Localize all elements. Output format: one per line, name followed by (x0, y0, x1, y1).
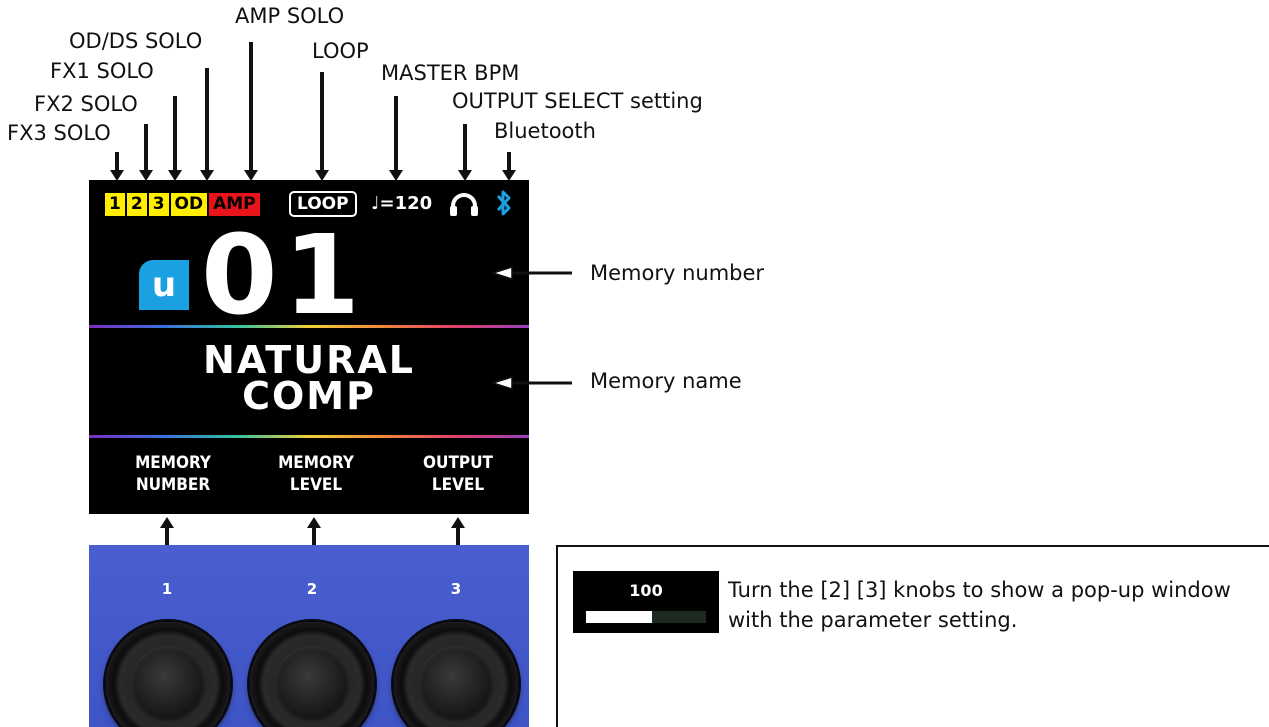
pointer-amp (249, 42, 253, 172)
fx2-solo-badge: 2 (126, 192, 147, 216)
pointer-odds (205, 68, 209, 172)
popup-level-bar (586, 611, 706, 623)
label-fx2-solo: FX2 SOLO (34, 92, 138, 116)
arrow-memory-name (492, 376, 572, 390)
parameter-popup: 100 (573, 571, 719, 633)
label-amp-solo: AMP SOLO (235, 4, 345, 28)
knob1-number: 1 (161, 580, 173, 598)
label-odds-solo: OD/DS SOLO (69, 29, 203, 53)
label-loop: LOOP (312, 39, 369, 63)
knob-2[interactable] (250, 622, 374, 727)
pointer-loop (320, 72, 324, 172)
label-fx1-solo: FX1 SOLO (50, 59, 154, 83)
pointer-output (463, 124, 467, 172)
pointer-fx2 (144, 124, 148, 172)
knob2-label: MEMORY LEVEL (278, 453, 354, 495)
bpm-readout: ♩=120 (371, 193, 433, 214)
fx3-solo-badge: 1 (105, 192, 125, 216)
note-text: Turn the [2] [3] knobs to show a pop-up … (728, 578, 1231, 632)
knob3-number: 3 (450, 580, 462, 598)
knob3-label: OUTPUT LEVEL (423, 453, 493, 495)
knob-3[interactable] (394, 622, 518, 727)
lcd-display: 1 2 3 OD AMP LOOP ♩=120 u 01 NATURAL COM… (89, 180, 529, 514)
knob1-label: MEMORY NUMBER (135, 453, 211, 495)
divider-bottom (89, 435, 529, 438)
divider-top (89, 325, 529, 328)
popup-value: 100 (629, 581, 663, 600)
label-memory-number: Memory number (590, 261, 765, 285)
fx1-solo-badge: 3 (148, 192, 169, 216)
pointer-bpm (394, 96, 398, 172)
knob-panel: 1 2 3 (89, 545, 529, 727)
label-master-bpm: MASTER BPM (381, 61, 520, 85)
pointer-fx3 (115, 152, 119, 172)
pointer-fx1 (173, 96, 177, 172)
label-fx3-solo: FX3 SOLO (7, 121, 111, 145)
knob2-number: 2 (306, 580, 318, 598)
label-output-select: OUTPUT SELECT setting (452, 89, 703, 113)
label-bluetooth: Bluetooth (494, 119, 596, 143)
arrow-memory-number (492, 266, 572, 280)
popup-level-fill (586, 611, 652, 623)
pointer-bluetooth (507, 152, 511, 172)
label-memory-name: Memory name (590, 369, 742, 393)
memory-name-line2: COMP (242, 374, 376, 418)
bluetooth-icon (496, 190, 511, 216)
knob-1[interactable] (106, 622, 230, 727)
user-memory-badge: u (139, 260, 189, 310)
headphones-icon (450, 193, 478, 216)
note-box: 100 Turn the [2] [3] knobs to show a pop… (556, 545, 1269, 727)
memory-number: 01 (201, 211, 367, 339)
